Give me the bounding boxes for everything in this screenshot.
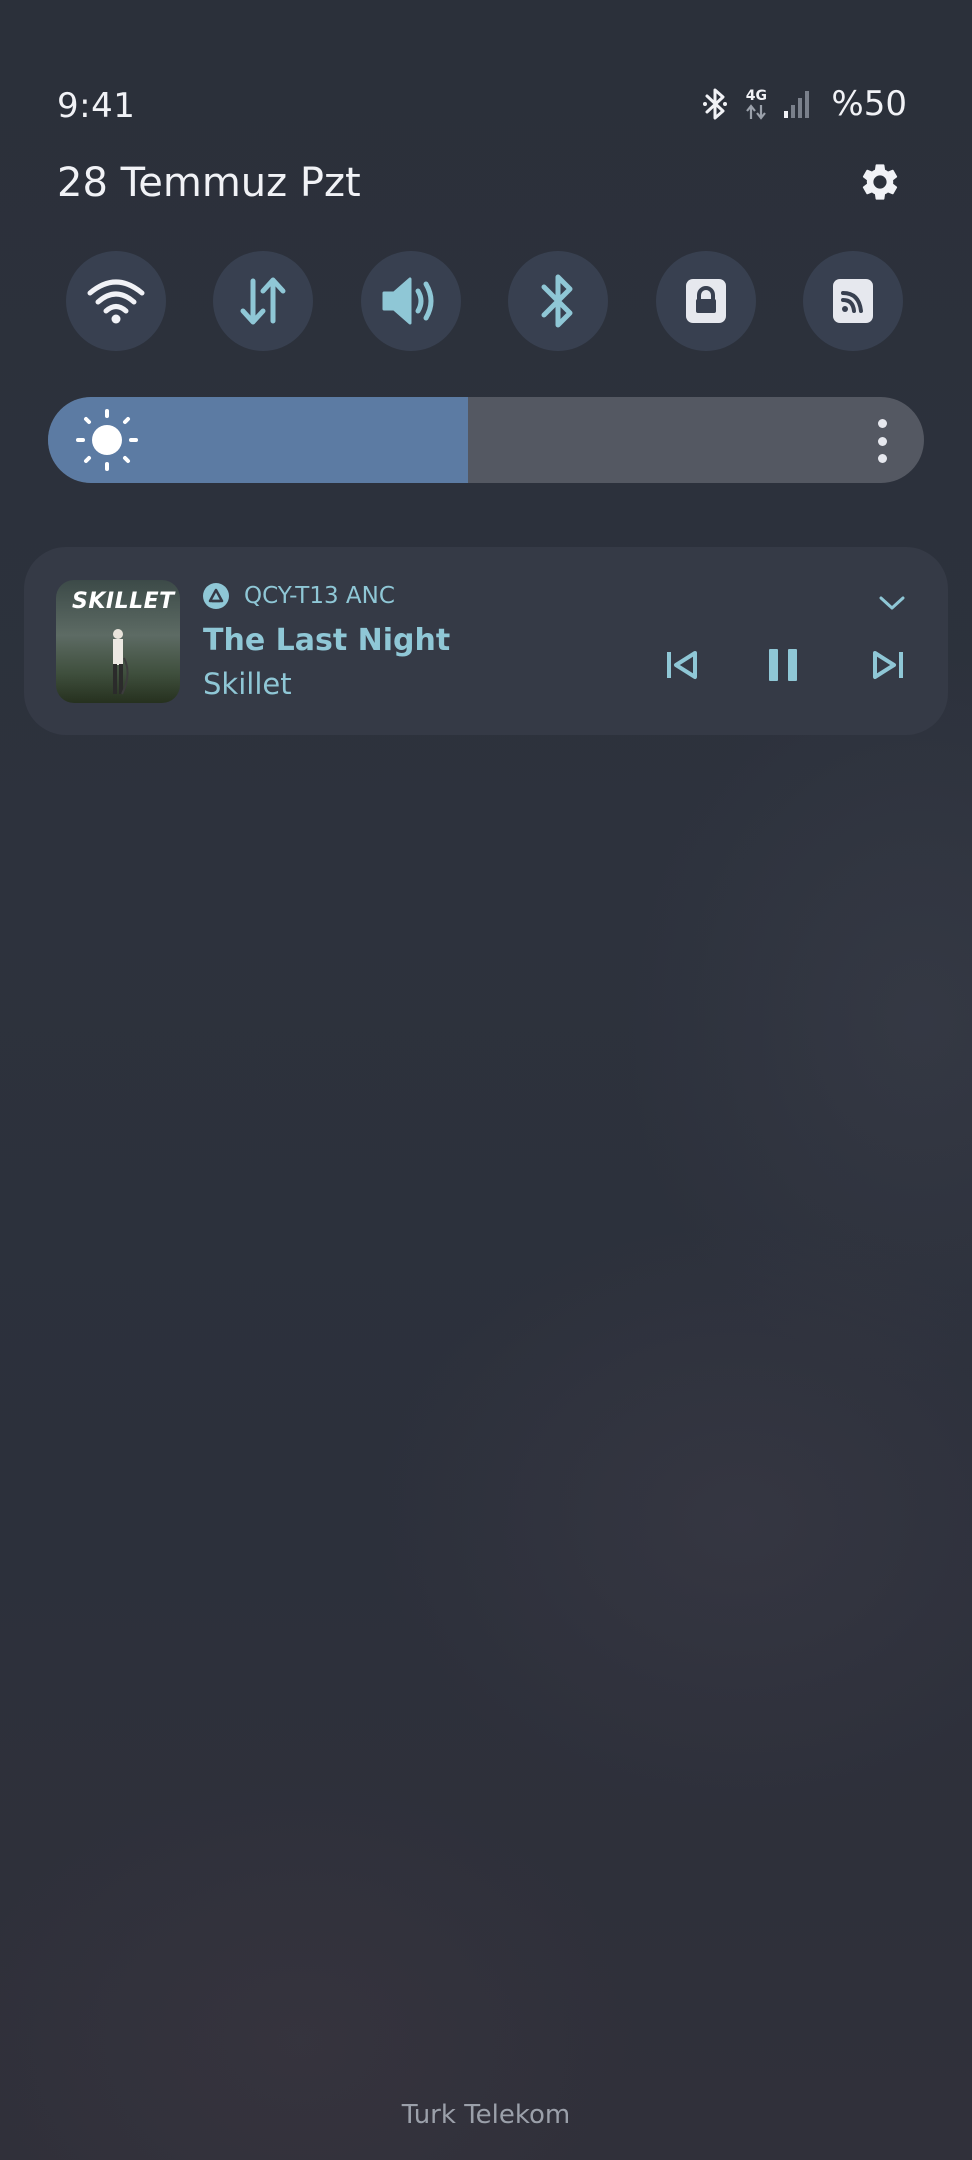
qs-tile-screen-lock[interactable]: [656, 251, 756, 351]
4g-data-icon: 4G: [743, 87, 769, 120]
network-type-label: 4G: [745, 87, 768, 104]
wifi-icon: [87, 279, 145, 324]
battery-percentage: %50: [831, 84, 907, 124]
album-figure-image: [113, 629, 129, 695]
qs-tile-wifi[interactable]: [66, 251, 166, 351]
signal-icon: [784, 91, 810, 118]
volume-icon: [382, 277, 434, 325]
output-device-icon: [203, 583, 229, 609]
lock-icon: [686, 279, 726, 323]
next-track-button[interactable]: [860, 637, 916, 693]
qs-tile-bluetooth[interactable]: [508, 251, 608, 351]
bluetooth-icon: [703, 88, 728, 120]
more-options-icon[interactable]: [876, 419, 888, 463]
bluetooth-icon: [541, 274, 573, 328]
quick-settings-row: [0, 251, 972, 351]
track-artist: Skillet: [203, 667, 292, 701]
album-logo: SKILLET: [72, 589, 175, 614]
previous-track-button[interactable]: [654, 637, 710, 693]
pause-icon: [769, 649, 797, 681]
chevron-down-icon: [879, 596, 905, 610]
date-label: 28 Temmuz Pzt: [57, 160, 361, 206]
status-time: 9:41: [57, 86, 136, 126]
qs-tile-cast[interactable]: [803, 251, 903, 351]
media-player-card[interactable]: SKILLET QCY-T13 ANC The Last Night Skill…: [24, 547, 948, 735]
status-icons: 4G %50: [701, 84, 907, 124]
settings-button[interactable]: [856, 158, 904, 206]
brightness-slider[interactable]: [48, 397, 924, 483]
carrier-label: Turk Telekom: [401, 2100, 571, 2130]
previous-icon: [667, 651, 697, 679]
brightness-sun-icon: [76, 409, 138, 471]
qs-tile-mobile-data[interactable]: [213, 251, 313, 351]
expand-button[interactable]: [872, 583, 912, 623]
output-device-selector[interactable]: QCY-T13 ANC: [202, 582, 395, 610]
pause-button[interactable]: [755, 637, 811, 693]
qs-tile-sound[interactable]: [361, 251, 461, 351]
output-device-label: QCY-T13 ANC: [244, 583, 395, 609]
album-art: SKILLET: [56, 580, 180, 703]
gear-icon: [862, 164, 898, 200]
data-transfer-icon: [240, 277, 286, 325]
next-icon: [873, 651, 903, 679]
cast-icon: [833, 279, 873, 323]
track-title: The Last Night: [203, 623, 451, 658]
